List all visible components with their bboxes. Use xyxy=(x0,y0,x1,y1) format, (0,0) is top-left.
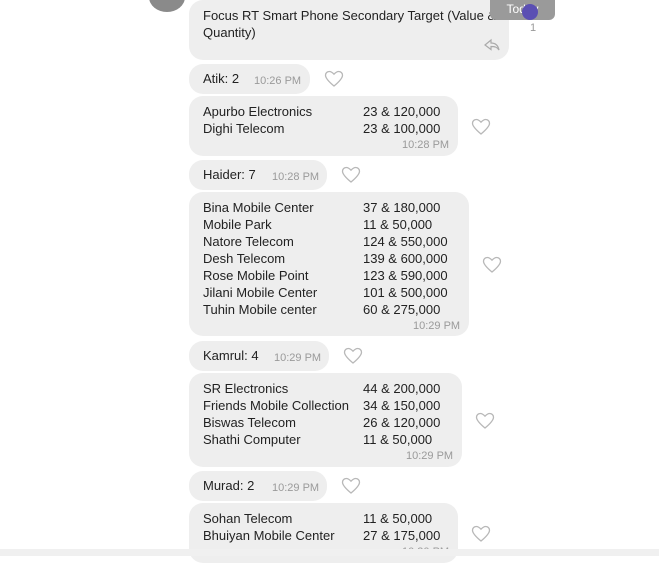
shop-value: 27 & 175,000 xyxy=(363,528,441,543)
label-text: Murad: 2 xyxy=(203,478,255,493)
shop-value: 101 & 500,000 xyxy=(363,285,448,300)
label-time: 10:26 PM xyxy=(254,75,302,87)
shop-value: 139 & 600,000 xyxy=(363,251,448,266)
label-bubble-atik[interactable]: Atik: 2 10:26 PM xyxy=(189,64,310,94)
shop-value: 44 & 200,000 xyxy=(363,381,441,396)
shop-value: 11 & 50,000 xyxy=(363,217,433,232)
shop-value: 123 & 590,000 xyxy=(363,268,448,283)
shop-value: 11 & 50,000 xyxy=(363,432,433,447)
shop-name: Apurbo Electronics xyxy=(203,104,313,119)
shop-name: Biswas Telecom xyxy=(203,415,296,430)
shop-name: Bhuiyan Mobile Center xyxy=(203,528,335,543)
heart-icon[interactable] xyxy=(343,347,363,365)
shop-value: 34 & 150,000 xyxy=(363,398,441,413)
label-time: 10:28 PM xyxy=(272,171,320,183)
shop-value: 23 & 120,000 xyxy=(363,104,441,119)
label-bubble-haider[interactable]: Haider: 7 10:28 PM xyxy=(189,160,327,190)
shop-value: 23 & 100,000 xyxy=(363,121,441,136)
shop-name: Natore Telecom xyxy=(203,234,294,249)
shop-value: 124 & 550,000 xyxy=(363,234,448,249)
shop-name: Sohan Telecom xyxy=(203,511,293,526)
shop-name: Jilani Mobile Center xyxy=(203,285,318,300)
list-bubble-atik[interactable]: Apurbo Electronics 23 & 120,000 Dighi Te… xyxy=(189,96,458,156)
shop-name: Tuhin Mobile center xyxy=(203,302,317,317)
first-message-text: Focus RT Smart Phone Secondary Target (V… xyxy=(203,8,497,40)
shop-value: 11 & 50,000 xyxy=(363,511,433,526)
reply-icon[interactable] xyxy=(483,38,501,52)
label-bubble-murad[interactable]: Murad: 2 10:29 PM xyxy=(189,471,327,501)
shop-name: SR Electronics xyxy=(203,381,289,396)
label-text: Kamrul: 4 xyxy=(203,348,259,363)
list-bubble-haider[interactable]: Bina Mobile Center 37 & 180,000 Mobile P… xyxy=(189,192,469,336)
shop-name: Desh Telecom xyxy=(203,251,286,266)
shop-name: Rose Mobile Point xyxy=(203,268,309,283)
heart-icon[interactable] xyxy=(471,525,491,543)
seen-count: 1 xyxy=(530,22,537,34)
label-time: 10:29 PM xyxy=(272,482,320,494)
message-time: 10:28 PM xyxy=(402,139,450,151)
shop-name: Shathi Computer xyxy=(203,432,301,447)
heart-icon[interactable] xyxy=(471,118,491,136)
message-time: 10:29 PM xyxy=(413,320,461,332)
shop-name: Mobile Park xyxy=(203,217,272,232)
bottom-bar xyxy=(0,549,659,556)
shop-name: Dighi Telecom xyxy=(203,121,285,136)
shop-value: 26 & 120,000 xyxy=(363,415,441,430)
label-text: Atik: 2 xyxy=(203,71,240,86)
shop-value: 37 & 180,000 xyxy=(363,200,441,215)
heart-icon[interactable] xyxy=(482,256,502,274)
shop-name: Friends Mobile Collection xyxy=(203,398,349,413)
label-time: 10:29 PM xyxy=(274,352,322,364)
heart-icon[interactable] xyxy=(341,477,361,495)
shop-name: Bina Mobile Center xyxy=(203,200,314,215)
heart-icon[interactable] xyxy=(475,412,495,430)
heart-icon[interactable] xyxy=(341,166,361,184)
seen-avatar xyxy=(522,4,538,20)
sender-avatar[interactable] xyxy=(149,0,185,12)
label-text: Haider: 7 xyxy=(203,167,256,182)
heart-icon[interactable] xyxy=(324,70,344,88)
list-bubble-kamrul[interactable]: SR Electronics 44 & 200,000 Friends Mobi… xyxy=(189,373,462,467)
shop-value: 60 & 275,000 xyxy=(363,302,441,317)
label-bubble-kamrul[interactable]: Kamrul: 4 10:29 PM xyxy=(189,341,329,371)
message-time: 10:29 PM xyxy=(406,450,454,462)
first-message-bubble[interactable]: Focus RT Smart Phone Secondary Target (V… xyxy=(189,0,509,60)
